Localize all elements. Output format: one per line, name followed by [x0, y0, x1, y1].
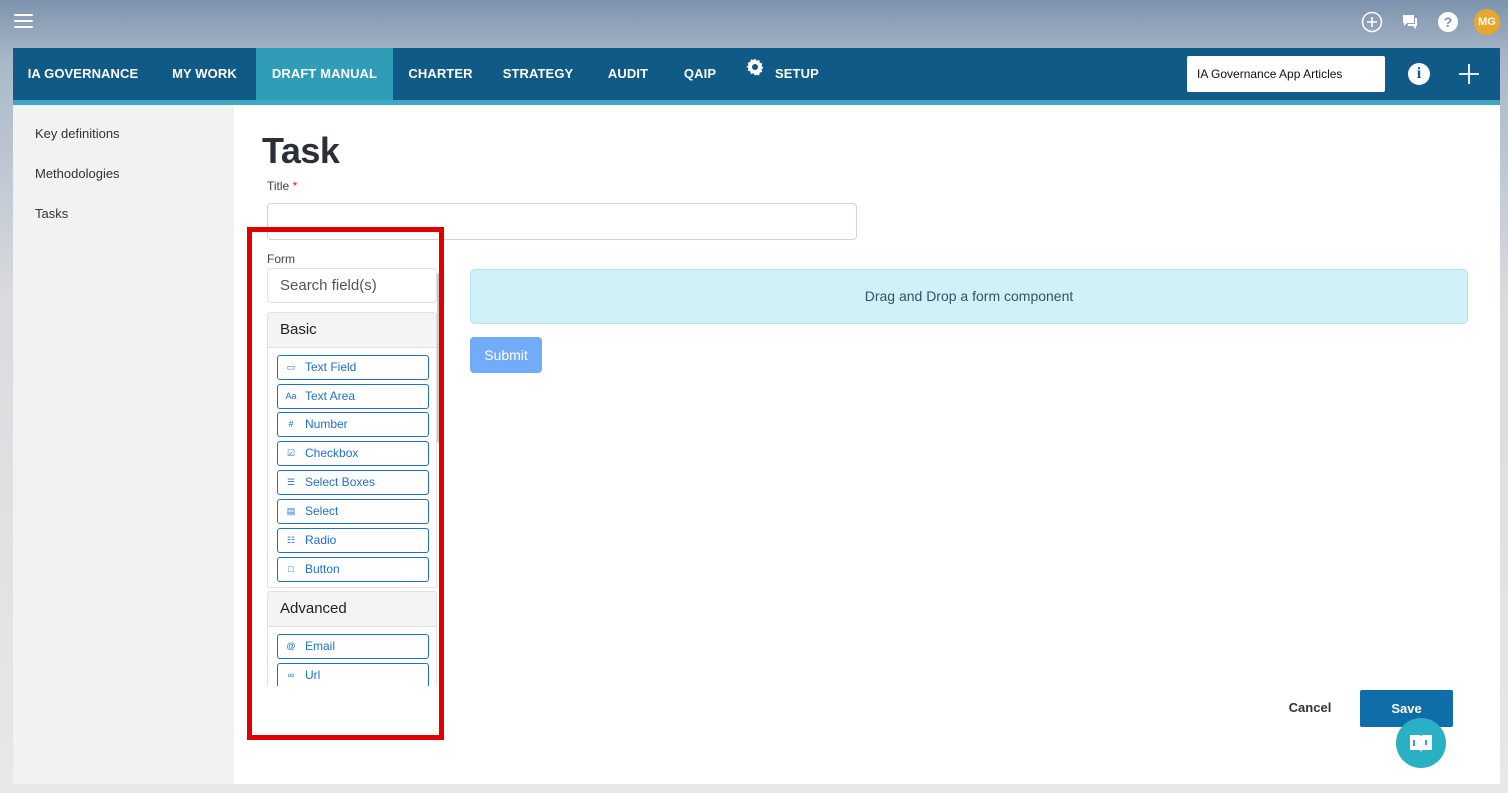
sidebar-item-tasks[interactable]: Tasks [35, 206, 68, 221]
nav-charter[interactable]: CHARTER [393, 48, 488, 100]
help-icon[interactable]: ? [1436, 10, 1460, 34]
nav-ia-governance[interactable]: IA GOVERNANCE [13, 48, 153, 100]
help-book-icon[interactable] [1396, 718, 1446, 768]
nav-draft-manual[interactable]: DRAFT MANUAL [256, 48, 393, 100]
submit-button[interactable]: Submit [470, 337, 542, 373]
highlight-box [247, 227, 444, 740]
main-nav: IA GOVERNANCE MY WORK DRAFT MANUAL CHART… [13, 48, 1500, 105]
add-circle-icon[interactable] [1360, 10, 1384, 34]
cancel-button[interactable]: Cancel [1277, 693, 1343, 723]
nav-my-work[interactable]: MY WORK [153, 48, 256, 100]
avatar[interactable]: MG [1474, 9, 1500, 35]
form-dropzone[interactable]: Drag and Drop a form component [470, 269, 1468, 324]
nav-audit[interactable]: AUDIT [588, 48, 668, 100]
sidebar-item-key-definitions[interactable]: Key definitions [35, 126, 120, 141]
articles-search-input[interactable]: IA Governance App Articles [1187, 56, 1385, 92]
sidebar: Key definitions Methodologies Tasks [13, 105, 234, 784]
info-icon[interactable]: i [1408, 63, 1430, 85]
plus-icon[interactable] [1457, 62, 1481, 86]
app-shell: IA GOVERNANCE MY WORK DRAFT MANUAL CHART… [13, 48, 1500, 784]
required-marker: * [292, 179, 298, 193]
chat-icon[interactable] [1398, 10, 1422, 34]
nav-qaip[interactable]: QAIP [668, 48, 732, 100]
title-label-text: Title [267, 179, 290, 193]
page-title: Task [262, 130, 340, 171]
top-app-bar: ? MG [0, 0, 1508, 46]
title-field-label: Title * [267, 179, 297, 193]
gear-icon [745, 48, 765, 99]
nav-setup-label: SETUP [775, 66, 819, 81]
top-actions: ? MG [1360, 9, 1500, 35]
sidebar-item-methodologies[interactable]: Methodologies [35, 166, 120, 181]
nav-setup[interactable]: SETUP [745, 48, 845, 100]
nav-strategy[interactable]: STRATEGY [488, 48, 588, 100]
menu-icon[interactable] [14, 14, 33, 29]
svg-text:?: ? [1444, 14, 1453, 30]
